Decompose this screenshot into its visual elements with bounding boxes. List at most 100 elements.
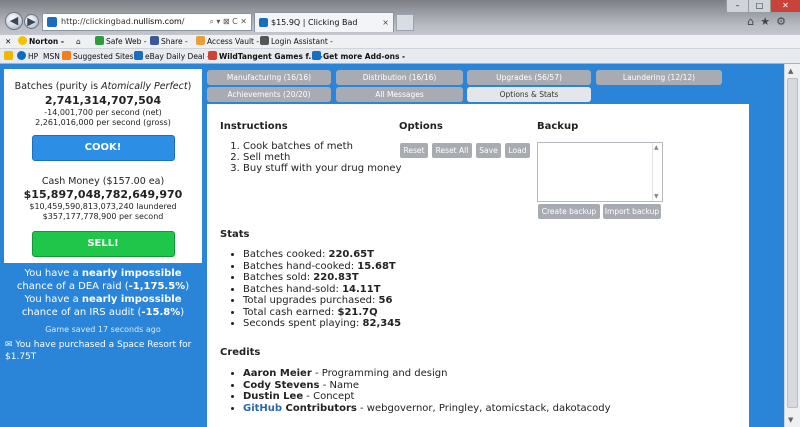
address-tools-icon[interactable]: ⌕ ▾ ⊠ C ✕ [209,14,247,30]
batches-count: 2,741,314,707,504 [44,94,162,107]
github-link[interactable]: GitHub [243,403,282,414]
favorites-star-icon[interactable] [4,49,15,64]
tab-distribution[interactable]: Distribution (16/16) [336,70,463,85]
credit-item: GitHub Contributors - webgovernor, Pring… [243,403,611,415]
safe-web-button[interactable]: Safe Web - [95,35,146,48]
tab-all-messages[interactable]: All Messages [336,87,463,102]
fav-suggested[interactable]: Suggested Sites - [62,49,139,64]
close-toolbar-icon[interactable]: ✕ [5,35,11,48]
access-vault-button[interactable]: Access Vault - [196,35,259,48]
stat-item: Batches sold: 220.83T [243,272,401,284]
instruction-step: Buy stuff with your drug money [243,163,401,174]
load-button[interactable]: Load [505,143,530,158]
instructions-list: Cook batches of meth Sell meth Buy stuff… [229,141,401,174]
back-button[interactable]: ◀ [5,12,23,30]
norton-toolbar: ✕ Norton - ⌂ Safe Web - Share - Access V… [0,34,800,48]
cash-count: $15,897,048,782,649,970 [23,188,183,201]
credit-item: Dustin Lee - Concept [243,391,611,403]
risk-info: You have a nearly impossible chance of a … [4,267,202,363]
browser-tab-active[interactable]: $15.9Q | Clicking Bad × [254,12,394,32]
tab-options-stats[interactable]: Options & Stats [467,87,591,102]
tab-close-icon[interactable]: × [382,13,389,32]
forward-button[interactable]: ▶ [24,14,39,29]
fav-msn[interactable]: MSN [43,49,60,64]
stat-item: Seconds spent playing: 82,345 [243,318,401,330]
instruction-step: Sell meth [243,152,401,163]
norton-icon [18,36,27,45]
favorites-star-icon[interactable]: ★ [760,15,776,28]
cash-laundered: $10,459,590,813,073,240 laundered [29,202,177,211]
credits-list: Aaron Meier - Programming and design Cod… [231,368,611,414]
wildtangent-icon [208,51,217,60]
page-scrollbar[interactable]: ▲ ▼ [784,64,800,427]
tab-upgrades[interactable]: Upgrades (56/57) [467,70,591,85]
textarea-scrollbar[interactable]: ▲ ▼ [652,143,662,201]
facebook-icon [150,36,159,45]
site-favicon-icon [47,17,57,27]
fav-wildtangent[interactable]: WildTangent Games f... - [208,49,323,64]
create-backup-button[interactable]: Create backup [538,204,600,219]
hp-icon [17,51,26,60]
sell-button[interactable]: SELL! [31,231,175,257]
backup-title: Backup [537,121,579,132]
login-icon [260,36,269,45]
scroll-down-icon[interactable]: ▼ [654,193,659,200]
tab-manufacturing[interactable]: Manufacturing (16/16) [207,70,331,85]
fav-hp[interactable]: HP [17,49,38,64]
cash-heading: Cash Money ($157.00 ea) [41,176,165,187]
scrollbar-thumb[interactable] [787,78,798,408]
settings-gear-icon[interactable]: ⚙ [776,15,792,28]
fav-addons[interactable]: Get more Add-ons - [312,49,405,64]
suggested-icon [62,51,71,60]
stat-item: Batches hand-cooked: 15.68T [243,261,401,273]
batches-heading: Batches (purity is Atomically Perfect) [14,81,192,92]
stat-item: Batches cooked: 220.65T [243,249,401,261]
options-stats-panel: Instructions Cook batches of meth Sell m… [207,104,749,427]
reset-all-button[interactable]: Reset All [432,143,472,158]
browser-right-icons: ⌂★⚙ [747,15,792,28]
vault-icon [196,36,205,45]
batches-net-rate: -14,001,700 per second (net) [44,108,162,117]
credits-title: Credits [220,347,261,358]
message-icon: ✉ [5,340,16,350]
credit-item: Aaron Meier - Programming and design [243,368,611,380]
cook-button[interactable]: COOK! [31,135,175,161]
address-bar[interactable]: http://clickingbad.nullism.com/ ⌕ ▾ ⊠ C … [42,13,252,31]
minimize-icon[interactable]: – [726,0,748,12]
instructions-title: Instructions [220,121,288,132]
scroll-down-icon[interactable]: ▼ [788,416,793,424]
reset-button[interactable]: Reset [400,143,428,158]
norton-button[interactable]: Norton - [18,35,64,48]
batches-gross-rate: 2,261,016,000 per second (gross) [35,118,171,127]
scroll-up-icon[interactable]: ▲ [654,144,659,151]
stat-item: Total cash earned: $21.7Q [243,307,401,319]
stat-item: Batches hand-sold: 14.11T [243,284,401,296]
save-button[interactable]: Save [476,143,501,158]
maximize-icon[interactable]: □ [748,0,770,12]
irs-risk: You have a nearly impossible chance of an… [21,294,185,318]
share-button[interactable]: Share - [150,35,188,48]
stats-list: Batches cooked: 220.65T Batches hand-coo… [231,249,401,330]
credit-item: Cody Stevens - Name [243,380,611,392]
scroll-up-icon[interactable]: ▲ [788,67,793,75]
home-icon[interactable]: ⌂ [747,15,760,28]
login-assistant-button[interactable]: Login Assistant - [260,35,333,48]
options-title: Options [399,121,443,132]
browser-chrome: ◀ ▶ http://clickingbad.nullism.com/ ⌕ ▾ … [0,0,800,64]
addons-icon [312,51,321,60]
window-close-icon[interactable]: ✕ [770,0,800,12]
fav-ebay[interactable]: eBay Daily Deal - [134,49,210,64]
tab-laundering[interactable]: Laundering (12/12) [596,70,722,85]
window-controls: – □ ✕ [726,0,800,12]
home-toolbar-icon[interactable]: ⌂ [76,35,81,48]
save-status: Game saved 17 seconds ago [45,325,161,334]
new-tab-button[interactable] [396,14,414,31]
tab-favicon-icon [259,18,268,27]
cash-rate: $357,177,778,900 per second [42,212,164,221]
safe-web-icon [95,36,104,45]
backup-textarea[interactable]: ▲ ▼ [537,142,663,202]
instruction-step: Cook batches of meth [243,141,401,152]
tab-achievements[interactable]: Achievements (20/20) [207,87,331,102]
stat-item: Total upgrades purchased: 56 [243,295,401,307]
import-backup-button[interactable]: Import backup [603,204,661,219]
